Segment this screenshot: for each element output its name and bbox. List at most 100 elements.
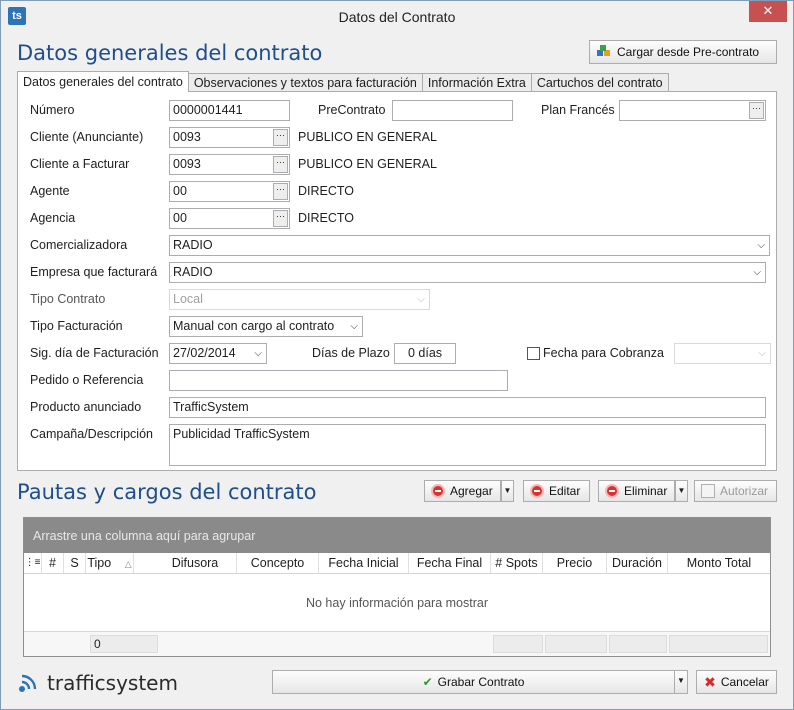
plan-frances-field[interactable]: ···: [619, 100, 766, 121]
tab-general[interactable]: Datos generales del contrato: [17, 71, 189, 92]
pautas-grid: Arrastre una columna aquí para agrupar ⋮…: [23, 517, 771, 657]
tab-observaciones[interactable]: Observaciones y textos para facturación: [187, 73, 423, 92]
fecha-cobranza-date-picker: ⌵: [674, 343, 771, 364]
tipo-facturacion-value: Manual con cargo al contrato: [173, 319, 335, 333]
col-spots[interactable]: # Spots: [491, 553, 543, 573]
agencia-label: Agencia: [30, 211, 76, 225]
dias-plazo-field[interactable]: 0 días: [394, 343, 456, 364]
fecha-cobranza-checkbox[interactable]: [527, 347, 540, 360]
cancel-x-icon: ✖: [704, 674, 716, 690]
agencia-name: DIRECTO: [298, 211, 355, 225]
col-monto-total[interactable]: Monto Total: [668, 553, 770, 573]
chevron-down-icon: ⌵: [757, 240, 765, 251]
chevron-down-icon: ⌵: [254, 348, 262, 359]
general-section-title: Datos generales del contrato: [17, 41, 323, 65]
add-dropdown-button[interactable]: ▼: [501, 480, 514, 502]
general-panel: Número 0000001441 PreContrato Plan Franc…: [17, 91, 777, 471]
save-contract-button[interactable]: ✔ Grabar Contrato: [272, 670, 675, 694]
brand-name: trafficsystem: [47, 671, 178, 695]
tab-informacion-extra[interactable]: Información Extra: [421, 73, 532, 92]
group-by-panel[interactable]: Arrastre una columna aquí para agrupar: [24, 518, 770, 553]
precontrato-label: PreContrato: [318, 103, 386, 117]
cliente-facturar-label: Cliente a Facturar: [30, 157, 130, 171]
authorize-button-label: Autorizar: [720, 484, 769, 498]
delete-button[interactable]: Eliminar: [598, 480, 675, 502]
campana-textarea[interactable]: Publicidad TrafficSystem: [169, 424, 766, 466]
producto-label: Producto anunciado: [30, 400, 142, 414]
agente-label: Agente: [30, 184, 70, 198]
load-precontract-button[interactable]: Cargar desde Pre-contrato: [589, 40, 777, 64]
col-difusora[interactable]: Difusora: [154, 553, 237, 573]
pedido-label: Pedido o Referencia: [30, 373, 144, 387]
plan-frances-label: Plan Francés: [541, 103, 615, 117]
tipo-contrato-label: Tipo Contrato: [30, 292, 106, 306]
window-title: Datos del Contrato: [338, 9, 456, 25]
precontrato-field[interactable]: [392, 100, 513, 121]
comercializadora-label: Comercializadora: [30, 238, 128, 252]
agente-code-field[interactable]: 00 ···: [169, 181, 290, 202]
grid-header: ⋮≡ # S Tipo △ Difusora Concepto Fecha In…: [24, 553, 770, 574]
cliente-browse-button[interactable]: ···: [273, 129, 288, 146]
edit-button-label: Editar: [549, 484, 581, 498]
col-number[interactable]: #: [42, 553, 64, 573]
pautas-section-title: Pautas y cargos del contrato: [17, 480, 317, 504]
tipo-facturacion-label: Tipo Facturación: [30, 319, 123, 333]
pedido-field[interactable]: [169, 370, 508, 391]
column-chooser-icon[interactable]: ⋮≡: [24, 553, 42, 573]
col-tipo[interactable]: Tipo △: [86, 553, 134, 573]
add-button[interactable]: Agregar: [424, 480, 501, 502]
chevron-down-icon: ⌵: [758, 348, 766, 359]
agencia-code-field[interactable]: 00 ···: [169, 208, 290, 229]
save-dropdown-button[interactable]: ▼: [674, 670, 688, 694]
sig-dia-value: 27/02/2014: [173, 346, 236, 360]
col-s[interactable]: S: [64, 553, 86, 573]
agente-browse-button[interactable]: ···: [273, 183, 288, 200]
delete-dropdown-button[interactable]: ▼: [675, 480, 688, 502]
col-fecha-final[interactable]: Fecha Final: [409, 553, 491, 573]
agencia-browse-button[interactable]: ···: [273, 210, 288, 227]
tab-cartuchos[interactable]: Cartuchos del contrato: [530, 73, 669, 92]
producto-field[interactable]: TrafficSystem: [169, 397, 766, 418]
load-precontract-label: Cargar desde Pre-contrato: [617, 45, 760, 59]
empresa-select[interactable]: RADIO ⌵: [169, 262, 766, 283]
sig-dia-date-picker[interactable]: 27/02/2014 ⌵: [169, 343, 267, 364]
cubes-icon: [596, 45, 612, 59]
cliente-facturar-browse-button[interactable]: ···: [273, 156, 288, 173]
campana-label: Campaña/Descripción: [30, 427, 153, 441]
cancel-label: Cancelar: [720, 675, 769, 689]
dias-plazo-label: Días de Plazo: [312, 346, 390, 360]
grid-footer: 0: [24, 631, 770, 656]
cancel-button[interactable]: ✖ Cancelar: [696, 670, 777, 694]
agente-name: DIRECTO: [298, 184, 355, 198]
tipo-facturacion-select[interactable]: Manual con cargo al contrato ⌵: [169, 316, 363, 337]
col-duracion[interactable]: Duración: [607, 553, 668, 573]
tab-strip: Datos generales del contrato Observacion…: [17, 71, 669, 92]
tipo-contrato-value: Local: [173, 292, 203, 306]
col-fecha-inicial[interactable]: Fecha Inicial: [319, 553, 409, 573]
cliente-code-value: 0093: [173, 130, 201, 144]
fecha-cobranza-label: Fecha para Cobranza: [543, 346, 664, 360]
numero-label: Número: [30, 103, 75, 117]
tipo-contrato-select: Local ⌵: [169, 289, 430, 310]
sig-dia-label: Sig. día de Facturación: [30, 346, 159, 360]
chevron-down-icon: ⌵: [753, 267, 761, 278]
checkmark-icon: ✔: [422, 675, 433, 689]
edit-button[interactable]: Editar: [523, 480, 590, 502]
plan-frances-browse-button[interactable]: ···: [749, 102, 764, 119]
cliente-facturar-code-value: 0093: [173, 157, 201, 171]
authorize-button[interactable]: Autorizar: [694, 480, 777, 502]
cliente-code-field[interactable]: 0093 ···: [169, 127, 290, 148]
delete-button-label: Eliminar: [624, 484, 668, 498]
close-button[interactable]: ✕: [749, 1, 787, 22]
empty-grid-message: No hay información para mostrar: [305, 596, 489, 610]
cliente-label: Cliente (Anunciante): [30, 130, 144, 144]
agente-code-value: 00: [173, 184, 187, 198]
cliente-facturar-code-field[interactable]: 0093 ···: [169, 154, 290, 175]
col-concepto[interactable]: Concepto: [237, 553, 319, 573]
col-precio[interactable]: Precio: [543, 553, 607, 573]
chevron-down-icon: ⌵: [417, 294, 425, 305]
edit-icon: [530, 484, 544, 498]
numero-field[interactable]: 0000001441: [169, 100, 290, 121]
add-button-label: Agregar: [450, 484, 493, 498]
comercializadora-select[interactable]: RADIO ⌵: [169, 235, 770, 256]
